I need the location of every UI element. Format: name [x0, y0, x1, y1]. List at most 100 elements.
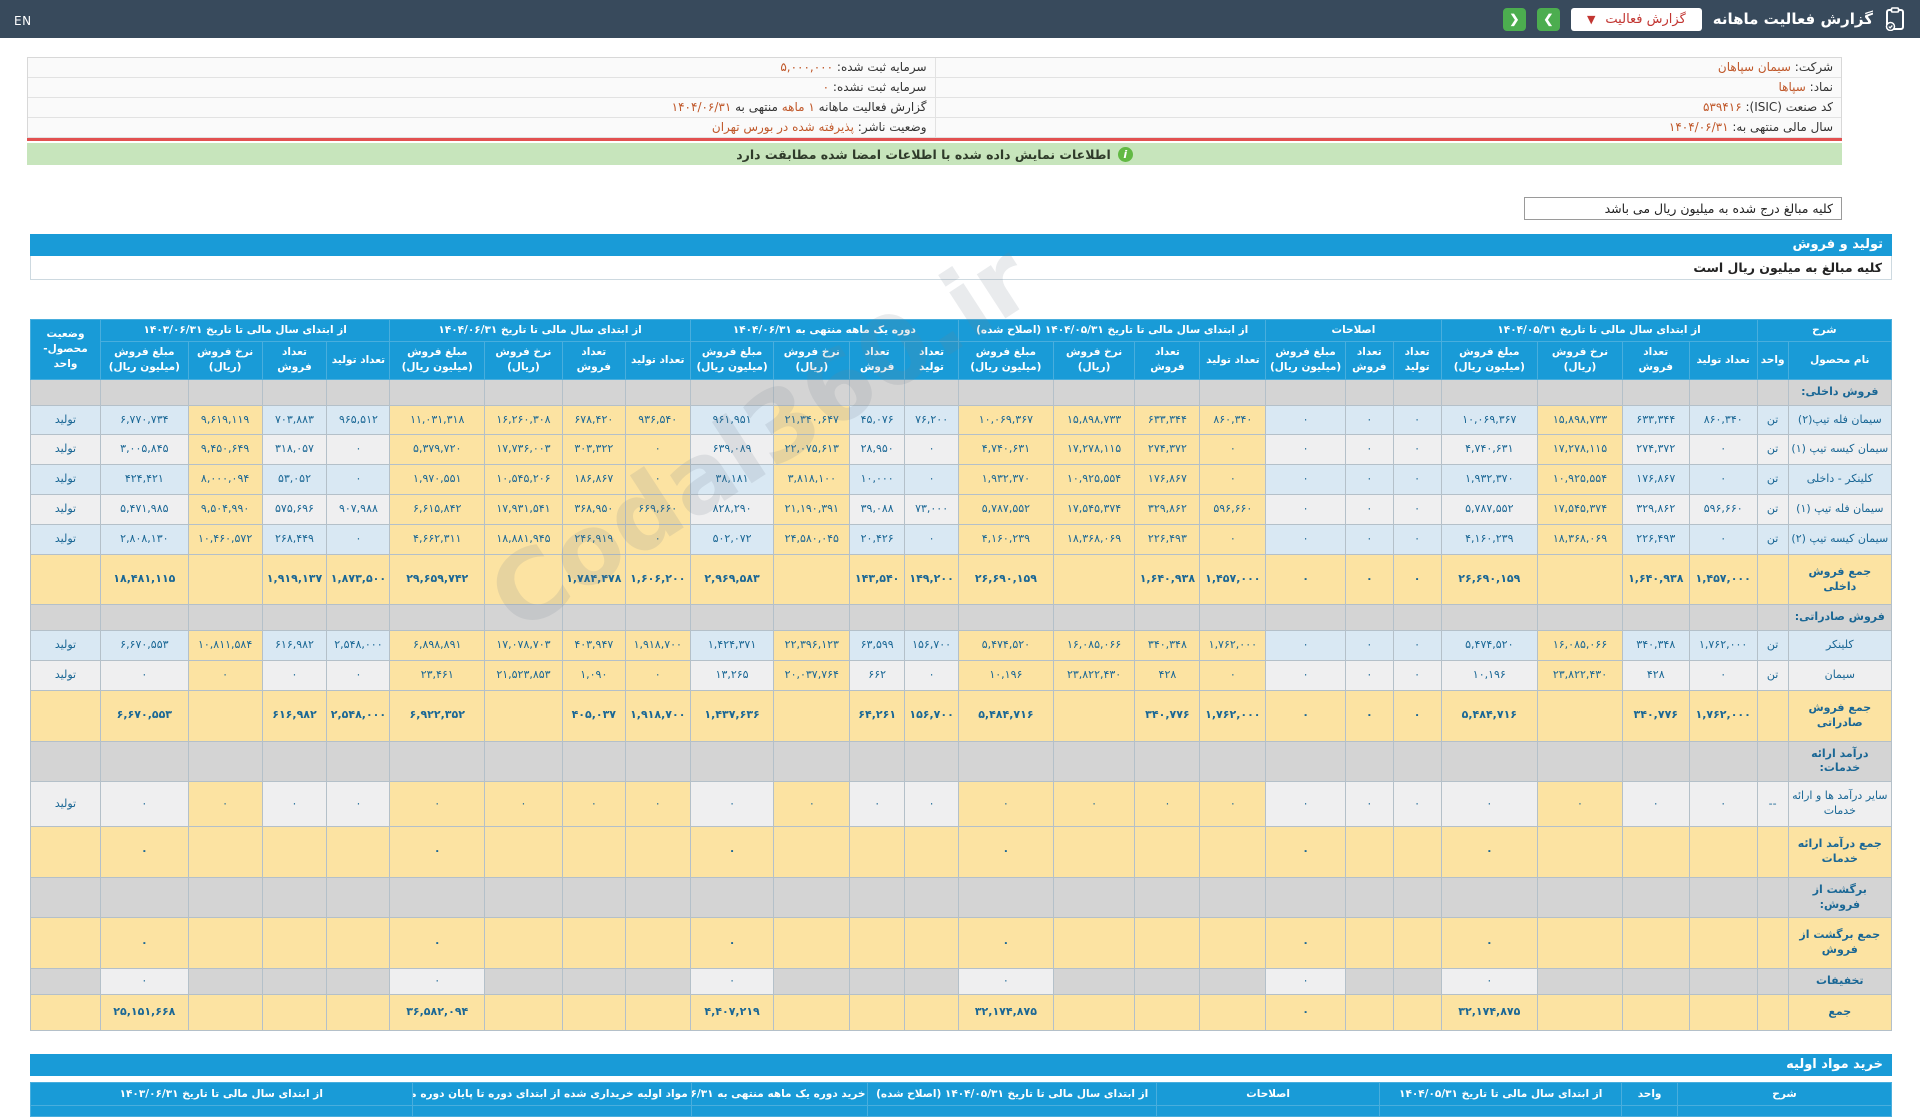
row-label: جمع برگشت از فروش — [1788, 918, 1891, 969]
value-cell: ۳۶۸,۹۵۰ — [562, 495, 625, 525]
value-cell: ۲۸,۹۵۰ — [850, 435, 905, 465]
value-cell: ۰ — [1441, 969, 1538, 995]
value-cell: ۶,۸۹۸,۸۹۱ — [390, 631, 485, 661]
value-cell: ۰ — [1266, 918, 1346, 969]
value-cell — [774, 994, 850, 1030]
value-cell: ۰ — [1441, 918, 1538, 969]
value-cell: ۵۹۶,۶۶۰ — [1689, 495, 1757, 525]
value-cell: ۸۶۰,۳۴۰ — [1200, 405, 1266, 435]
column-header: از ابتدای سال مالی تا تاریخ ۱۴۰۴/۰۵/۳۱ — [1380, 1082, 1622, 1106]
value-cell: ۰ — [562, 782, 625, 827]
value-cell — [774, 741, 850, 782]
column-header: نرخ فروش (ریال) — [1053, 342, 1135, 379]
unit-cell: تن — [1757, 435, 1788, 465]
value-cell — [1393, 994, 1441, 1030]
value-cell: ۳۲۹,۸۶۲ — [1622, 495, 1689, 525]
value-cell: ۰ — [905, 782, 959, 827]
report-type-dropdown[interactable]: گزارش فعالیت ▼ — [1571, 8, 1702, 31]
column-header — [691, 1106, 868, 1117]
value-cell: ۳۹,۰۸۸ — [850, 495, 905, 525]
value-cell: ۰ — [390, 827, 485, 878]
page-title: گزارش فعالیت ماهانه — [1713, 10, 1873, 28]
value-cell — [1053, 741, 1135, 782]
value-cell: ۹۰۷,۹۸۸ — [327, 495, 390, 525]
value-cell — [625, 379, 690, 405]
column-header: مبلغ فروش (میلیون ریال) — [959, 342, 1054, 379]
value-cell: ۲۳,۴۶۱ — [390, 661, 485, 691]
value-cell: ۰ — [100, 918, 188, 969]
value-cell — [625, 994, 690, 1030]
value-cell — [562, 827, 625, 878]
value-cell: ۰ — [1345, 554, 1393, 605]
next-report-button[interactable]: ❯ — [1537, 8, 1560, 31]
value-cell: ۱,۹۱۹,۱۳۷ — [262, 554, 327, 605]
value-cell: ۲۱,۳۴۰,۶۴۷ — [774, 405, 850, 435]
value-cell: ۱,۹۱۸,۷۰۰ — [625, 631, 690, 661]
section-title-raw-material-purchase: خرید مواد اولیه — [30, 1054, 1892, 1076]
column-header: نرخ فروش (ریال) — [188, 342, 262, 379]
value-cell — [625, 827, 690, 878]
row-label: فروش داخلی: — [1788, 379, 1891, 405]
value-cell: ۲۲۶,۴۹۳ — [1135, 524, 1200, 554]
value-cell — [1393, 969, 1441, 995]
value-cell: ۶۷۸,۴۲۰ — [562, 405, 625, 435]
prev-report-button[interactable]: ❮ — [1503, 8, 1526, 31]
value-cell — [1135, 877, 1200, 918]
value-cell: ۳۴۰,۷۷۶ — [1135, 690, 1200, 741]
value-cell — [905, 918, 959, 969]
value-cell: ۱۴۳,۵۴۰ — [850, 554, 905, 605]
value-cell — [774, 379, 850, 405]
value-cell: ۱۰,۰۶۹,۳۶۷ — [959, 405, 1054, 435]
value-cell: ۶۳,۵۹۹ — [850, 631, 905, 661]
value-cell: ۰ — [1689, 435, 1757, 465]
value-cell — [562, 994, 625, 1030]
value-cell: ۰ — [774, 782, 850, 827]
value-cell: ۰ — [1393, 631, 1441, 661]
value-cell — [1345, 379, 1393, 405]
column-header — [1380, 1106, 1622, 1117]
language-en-link[interactable]: EN — [14, 14, 32, 28]
value-cell: ۷۳,۰۰۰ — [905, 495, 959, 525]
row-label: جمع — [1788, 994, 1891, 1030]
value-cell: ۹۶۵,۵۱۲ — [327, 405, 390, 435]
column-header — [868, 1106, 1156, 1117]
value-cell: ۰ — [1266, 405, 1346, 435]
value-cell: ۱۵۶,۷۰۰ — [905, 690, 959, 741]
value-cell — [1689, 741, 1757, 782]
production-sales-table: شرحاز ابتدای سال مالی تا تاریخ ۱۴۰۴/۰۵/۳… — [30, 319, 1892, 1031]
value-cell: ۵۷۵,۶۹۶ — [262, 495, 327, 525]
value-cell — [625, 969, 690, 995]
units-note-box: کلیه مبالغ درج شده به میلیون ریال می باش… — [1524, 197, 1842, 220]
value-cell — [1393, 379, 1441, 405]
value-cell — [485, 969, 563, 995]
value-cell — [1200, 877, 1266, 918]
value-cell — [327, 969, 390, 995]
value-cell: ۲۳,۸۲۲,۴۳۰ — [1053, 661, 1135, 691]
value-cell: ۶,۶۱۵,۸۴۲ — [390, 495, 485, 525]
value-cell — [100, 605, 188, 631]
value-cell — [850, 918, 905, 969]
value-cell: ۰ — [1345, 782, 1393, 827]
column-header: تعداد تولید — [327, 342, 390, 379]
value-cell — [1053, 994, 1135, 1030]
value-cell: ۰ — [1689, 524, 1757, 554]
value-cell — [1053, 690, 1135, 741]
column-header: تعداد تولید — [625, 342, 690, 379]
value-cell — [1135, 994, 1200, 1030]
value-cell: ۰ — [625, 524, 690, 554]
value-cell — [562, 379, 625, 405]
value-cell: ۰ — [1441, 827, 1538, 878]
value-cell: ۱۷,۲۷۸,۱۱۵ — [1053, 435, 1135, 465]
column-header: مواد اولیه خریداری شده از ابتدای دوره تا… — [412, 1082, 691, 1106]
value-cell — [1053, 827, 1135, 878]
value-cell — [1135, 918, 1200, 969]
value-cell — [905, 827, 959, 878]
value-cell: ۱,۶۴۰,۹۳۸ — [1622, 554, 1689, 605]
value-cell: ۰ — [1538, 782, 1623, 827]
value-cell: ۳۰۳,۳۲۲ — [562, 435, 625, 465]
value-cell: ۵۳,۰۵۲ — [262, 465, 327, 495]
value-cell: ۹,۴۵۰,۶۴۹ — [188, 435, 262, 465]
value-cell: ۱,۹۱۸,۷۰۰ — [625, 690, 690, 741]
value-cell: ۰ — [905, 435, 959, 465]
value-cell — [327, 994, 390, 1030]
